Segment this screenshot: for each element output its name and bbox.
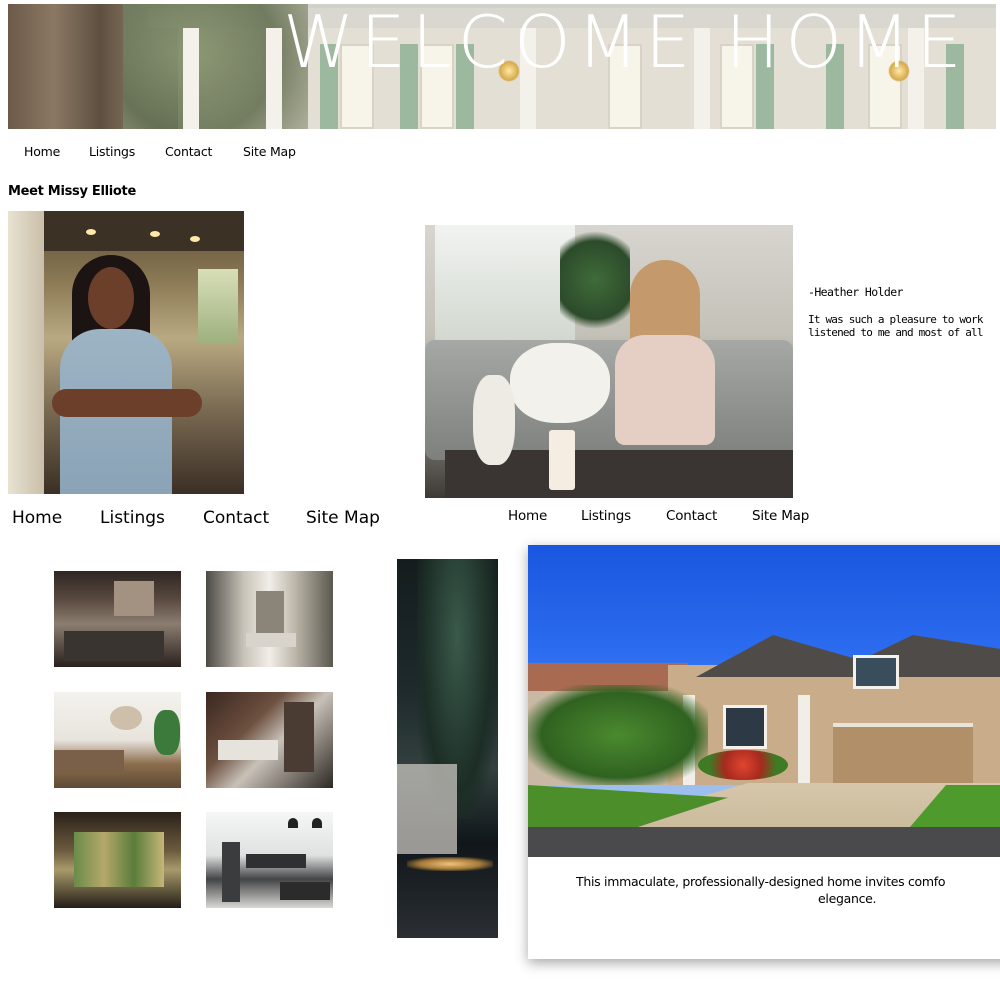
porch-column: [183, 28, 199, 129]
agent-photo: [8, 211, 244, 494]
gallery-thumb-kitchen[interactable]: [206, 812, 333, 908]
pineapple-decor: [473, 375, 515, 465]
listing-description-line-1: This immaculate, professionally-designed…: [576, 874, 946, 889]
room-window: [198, 269, 238, 344]
gallery-thumb-bathroom[interactable]: [206, 692, 333, 788]
nav-contact-link[interactable]: Contact: [203, 508, 269, 528]
nav-contact-link[interactable]: Contact: [165, 144, 212, 159]
building: [397, 764, 457, 854]
agent-heading: Meet Missy Elliote: [8, 184, 136, 199]
plant: [154, 710, 180, 755]
nav-sitemap-link[interactable]: Site Map: [752, 508, 809, 524]
shrubs: [528, 685, 708, 785]
house-window: [853, 655, 899, 689]
nav-home-link[interactable]: Home: [508, 508, 547, 524]
gallery-thumb-bedroom[interactable]: [54, 692, 181, 788]
nav-listings-link[interactable]: Listings: [100, 508, 165, 528]
gallery-thumb-living-room[interactable]: [54, 571, 181, 667]
ceiling-light: [190, 236, 200, 242]
bed: [54, 750, 124, 772]
agent-face: [88, 267, 134, 329]
hero-banner: WELCOME HOME: [8, 4, 996, 129]
testimonial-author: -Heather Holder: [808, 285, 903, 299]
house-roof: [696, 635, 1000, 677]
white-dog: [510, 343, 610, 423]
ceiling: [44, 211, 244, 251]
cabinets: [246, 854, 306, 868]
mirror: [110, 706, 142, 730]
doorway: [256, 591, 284, 636]
fridge: [222, 842, 240, 902]
pendant-light: [312, 818, 322, 828]
featured-listing-card[interactable]: This immaculate, professionally-designed…: [528, 545, 1000, 959]
testimonial-photo: [425, 225, 793, 498]
nav-sitemap-link[interactable]: Site Map: [306, 508, 380, 528]
nav-listings-link[interactable]: Listings: [581, 508, 631, 524]
windows: [74, 832, 164, 887]
doorway: [284, 702, 314, 772]
nav-listings-link[interactable]: Listings: [89, 144, 135, 159]
pendant-light: [288, 818, 298, 828]
banner-title: WELCOME HOME: [283, 4, 968, 84]
garage-door: [833, 723, 973, 783]
ceiling-light: [150, 231, 160, 237]
house-window: [723, 705, 767, 749]
bathtub: [218, 740, 278, 760]
testimonial-line-2: listened to me and most of all: [808, 326, 983, 339]
gallery-thumb-sunroom[interactable]: [54, 812, 181, 908]
nav-home-link[interactable]: Home: [12, 508, 62, 528]
woman-sweater: [615, 335, 715, 445]
nav-sitemap-link[interactable]: Site Map: [243, 144, 296, 159]
listing-description-line-2: elegance.: [818, 891, 877, 906]
bench: [246, 633, 296, 647]
porch-pillar: [798, 695, 810, 785]
plant: [560, 225, 630, 335]
testimonial-line-1: It was such a pleasure to work: [808, 313, 983, 326]
porch-column: [266, 28, 282, 129]
nav-contact-link[interactable]: Contact: [666, 508, 717, 524]
flower-bed: [698, 750, 788, 780]
ceiling-light: [86, 229, 96, 235]
shelving: [114, 581, 154, 616]
bar-stools: [280, 882, 330, 900]
candle: [549, 430, 575, 490]
nav-home-link[interactable]: Home: [24, 144, 60, 159]
listing-description: This immaculate, professionally-designed…: [528, 873, 1000, 907]
testimonial-text: It was such a pleasure to work listened …: [808, 313, 1000, 339]
exterior-night-photo: [397, 559, 498, 938]
landscape-lighting: [407, 857, 493, 871]
door-frame: [8, 211, 44, 494]
agent-arms: [52, 389, 202, 417]
sofa: [64, 631, 164, 661]
listing-photo: [528, 545, 1000, 857]
gallery-thumb-hallway[interactable]: [206, 571, 333, 667]
street: [528, 827, 1000, 857]
tree-trunk: [8, 4, 123, 129]
